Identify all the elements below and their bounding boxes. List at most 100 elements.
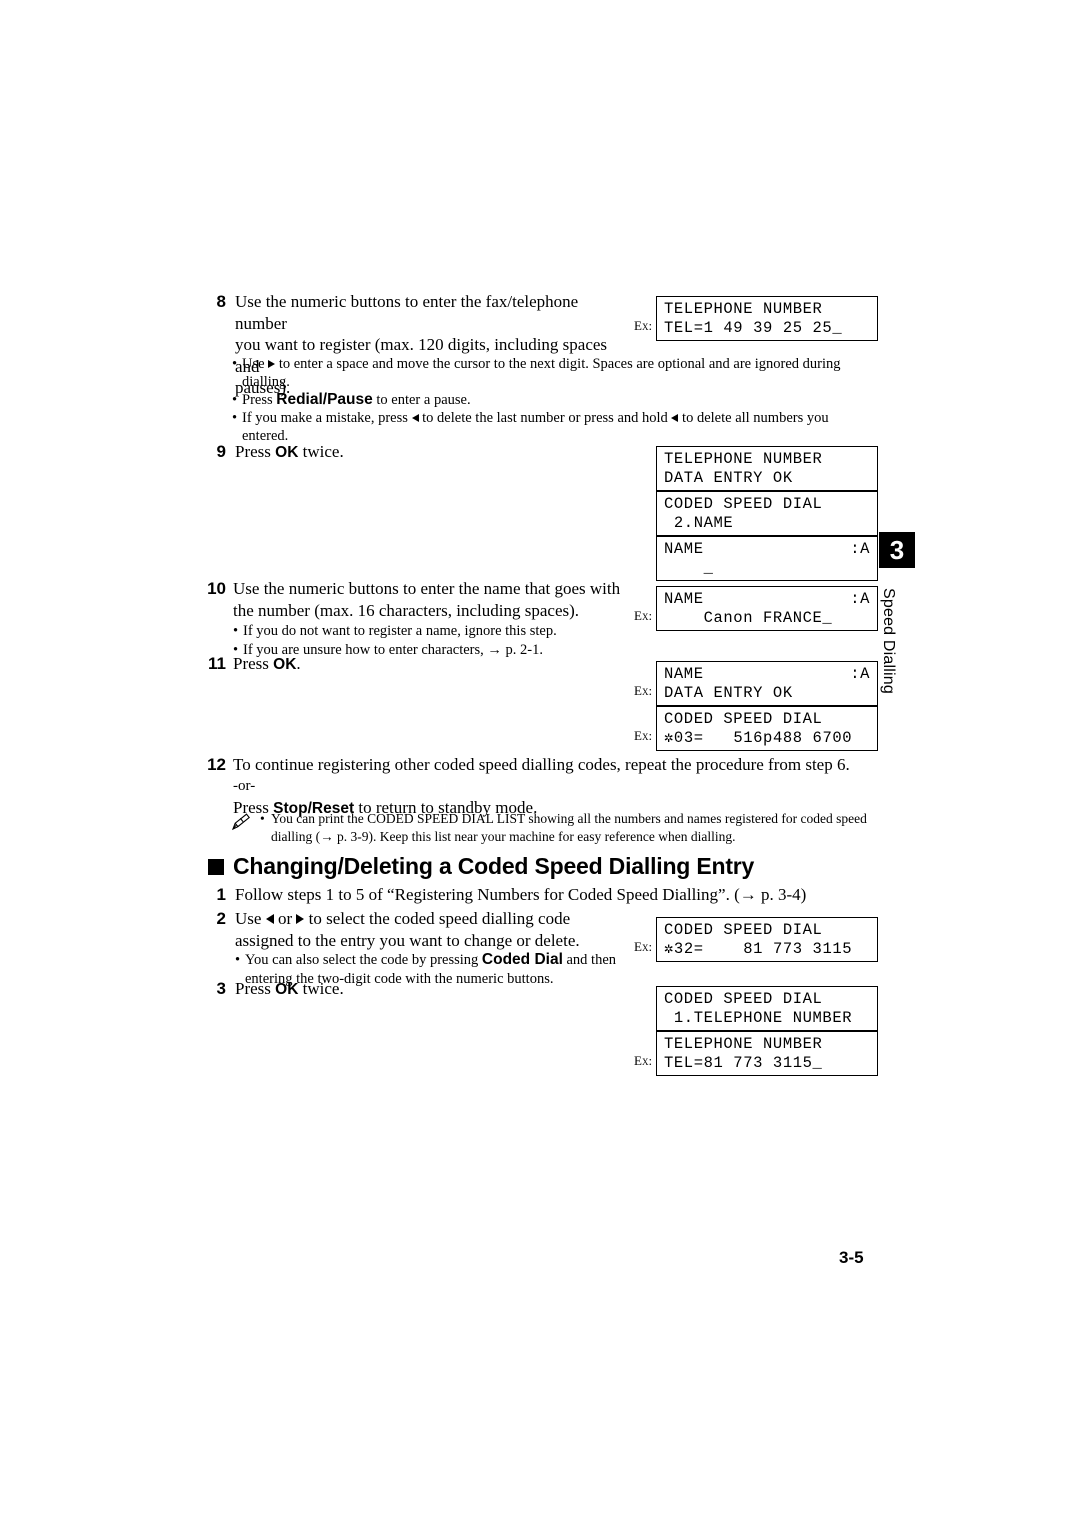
section-step-3-number: 3 xyxy=(216,979,226,998)
lcd-line-2: ✲03= 516p488 6700 xyxy=(664,729,853,747)
step-10-line-1: Use the numeric buttons to enter the nam… xyxy=(233,579,621,598)
lcd-line-1: TELEPHONE NUMBER xyxy=(664,1035,823,1053)
lcd-name-canon-france: NAME :A Canon FRANCE_ xyxy=(656,586,878,631)
step-11-post: . xyxy=(296,654,301,673)
step-12-or: -or- xyxy=(233,777,256,794)
left-arrow-icon xyxy=(411,413,419,422)
lcd-line-1-right: :A xyxy=(850,540,870,558)
lcd-line-2: ✲32= 81 773 3115 xyxy=(664,940,853,958)
step-8-bullets: • Use to enter a space and move the curs… xyxy=(232,355,877,445)
lcd-line-1-left: NAME xyxy=(664,590,704,608)
bullet-2-post: to enter a pause. xyxy=(372,392,471,408)
lcd-name-blank: NAME :A _ xyxy=(656,536,878,581)
left-arrow-icon xyxy=(671,413,679,422)
lcd-line-2: DATA ENTRY OK xyxy=(664,684,793,702)
s2-pre: Use xyxy=(235,909,266,928)
ok-button-label: OK xyxy=(273,656,297,673)
bullet-3-mid: to delete the last number or press and h… xyxy=(418,410,672,426)
bullet-2-pre: Press xyxy=(242,392,277,408)
chapter-tab-number: 3 xyxy=(879,532,915,568)
step-9-text: Press OK twice. xyxy=(235,441,344,464)
note-line-1: You can print the CODED SPEED DIAL LIST … xyxy=(271,811,867,826)
step-12-number: 12 xyxy=(207,755,226,774)
lcd-line-1-right: :A xyxy=(850,665,870,683)
section-heading: Changing/Deleting a Coded Speed Dialling… xyxy=(208,853,754,880)
lcd-tel-number-ok: TELEPHONE NUMBER DATA ENTRY OK xyxy=(656,446,878,491)
note-text: • You can print the CODED SPEED DIAL LIS… xyxy=(260,810,867,845)
step-10-text: Use the numeric buttons to enter the nam… xyxy=(233,578,620,659)
lcd-line-1: NAME :A xyxy=(664,590,870,609)
manual-page: 8 Use the numeric buttons to enter the f… xyxy=(0,0,1080,1528)
bullet-1-cont: dialling. xyxy=(242,374,290,390)
section-step-3: 3 Press OK twice. xyxy=(208,978,628,1001)
lcd-line-2: 2.NAME xyxy=(664,514,734,532)
chapter-number: 3 xyxy=(889,534,905,565)
bullet-dot: • xyxy=(233,623,239,639)
lcd-coded-speed-dial-name: CODED SPEED DIAL 2.NAME xyxy=(656,491,878,536)
bullet-item: • If you do not want to register a name,… xyxy=(233,622,620,641)
lcd-line-1-right: :A xyxy=(850,590,870,608)
lcd-line-1-left: NAME xyxy=(664,665,704,683)
step-10-bullet-1: If you do not want to register a name, i… xyxy=(243,623,557,639)
bullet-3-pre: If you make a mistake, press xyxy=(242,410,412,426)
section-step-2-text: Use or to select the coded speed diallin… xyxy=(235,908,616,988)
ex-label: Ex: xyxy=(634,728,653,743)
s2-post: to select the coded speed dialling code xyxy=(304,909,571,928)
step-12-line-1: To continue registering other coded spee… xyxy=(233,755,850,774)
lcd-coded-speed-dial-03: CODED SPEED DIAL ✲03= 516p488 6700 xyxy=(656,706,878,751)
lcd-line-1: CODED SPEED DIAL xyxy=(664,921,823,939)
step-8-line-1: Use the numeric buttons to enter the fax… xyxy=(235,292,579,333)
redial-pause-button-label: Redial/Pause xyxy=(276,391,373,408)
bullet-1-post: to enter a space and move the cursor to … xyxy=(275,356,841,372)
s3-post: twice. xyxy=(298,979,344,998)
lcd-tel-number-entry: TELEPHONE NUMBER TEL=1 49 39 25 25_ xyxy=(656,296,878,341)
step-8-number: 8 xyxy=(216,292,226,311)
right-arrow-icon xyxy=(268,359,276,368)
bullet-item: • Use to enter a space and move the curs… xyxy=(232,355,877,391)
ok-button-label: OK xyxy=(275,981,299,998)
lcd-line-1: NAME :A xyxy=(664,540,870,559)
s3-pre: Press xyxy=(235,979,276,998)
lcd-line-2: TEL=1 49 39 25 25_ xyxy=(664,319,843,337)
note-line-2: dialling (→ p. 3-9). Keep this list near… xyxy=(271,828,736,844)
s2-bullet-pre: You can also select the code by pressing xyxy=(245,952,482,968)
note-block: • You can print the CODED SPEED DIAL LIS… xyxy=(230,810,885,845)
pencil-icon xyxy=(230,810,260,837)
right-arrow-icon xyxy=(296,914,305,925)
chapter-tab-label: Speed Dialling xyxy=(880,588,897,694)
lcd-line-2: 1.TELEPHONE NUMBER xyxy=(664,1009,853,1027)
lcd-line-2: Canon FRANCE_ xyxy=(664,609,833,627)
section-step-1-text: Follow steps 1 to 5 of “Registering Numb… xyxy=(235,885,807,904)
lcd-line-1: TELEPHONE NUMBER xyxy=(664,300,823,318)
step-11-text: Press OK. xyxy=(233,653,301,676)
page-number: 3-5 xyxy=(839,1248,864,1267)
left-arrow-icon xyxy=(265,914,274,925)
bullet-dot: • xyxy=(235,952,241,968)
step-11-number: 11 xyxy=(208,654,226,673)
step-11-pre: Press xyxy=(233,654,274,673)
section-step-2-line-1: Use or to select the coded speed diallin… xyxy=(235,908,616,930)
coded-dial-button-label: Coded Dial xyxy=(481,951,563,968)
bullet-item: • If you make a mistake, press to delete… xyxy=(232,409,877,445)
lcd-line-1-left: NAME xyxy=(664,540,704,558)
s2-bullet-post: and then xyxy=(562,952,617,968)
section-step-2-number: 2 xyxy=(216,909,226,928)
section-step-2: 2 Use or to select the coded speed diall… xyxy=(208,908,628,988)
section-step-1: 1 Follow steps 1 to 5 of “Registering Nu… xyxy=(208,884,888,906)
step-9: 9 Press OK twice. xyxy=(208,441,628,464)
lcd-tel-number-81: TELEPHONE NUMBER TEL=81 773 3115_ xyxy=(656,1031,878,1076)
section-heading-text: Changing/Deleting a Coded Speed Dialling… xyxy=(233,853,755,879)
lcd-coded-speed-dial-1tel: CODED SPEED DIAL 1.TELEPHONE NUMBER xyxy=(656,986,878,1031)
bullet-dot: • xyxy=(232,356,238,372)
bullet-1-pre: Use xyxy=(242,356,269,372)
step-10: 10 Use the numeric buttons to enter the … xyxy=(202,578,632,659)
step-10-line-2: the number (max. 16 characters, includin… xyxy=(233,600,580,620)
ex-label: Ex: xyxy=(634,608,653,623)
lcd-line-2: DATA ENTRY OK xyxy=(664,469,793,487)
lcd-coded-speed-dial-32: CODED SPEED DIAL ✲32= 81 773 3115 xyxy=(656,917,878,962)
lcd-line-2: TEL=81 773 3115_ xyxy=(664,1054,823,1072)
bullet-dot: • xyxy=(232,410,238,426)
lcd-line-1: CODED SPEED DIAL xyxy=(664,710,823,728)
square-bullet-icon xyxy=(208,858,224,875)
bullet-dot: • xyxy=(232,392,238,408)
